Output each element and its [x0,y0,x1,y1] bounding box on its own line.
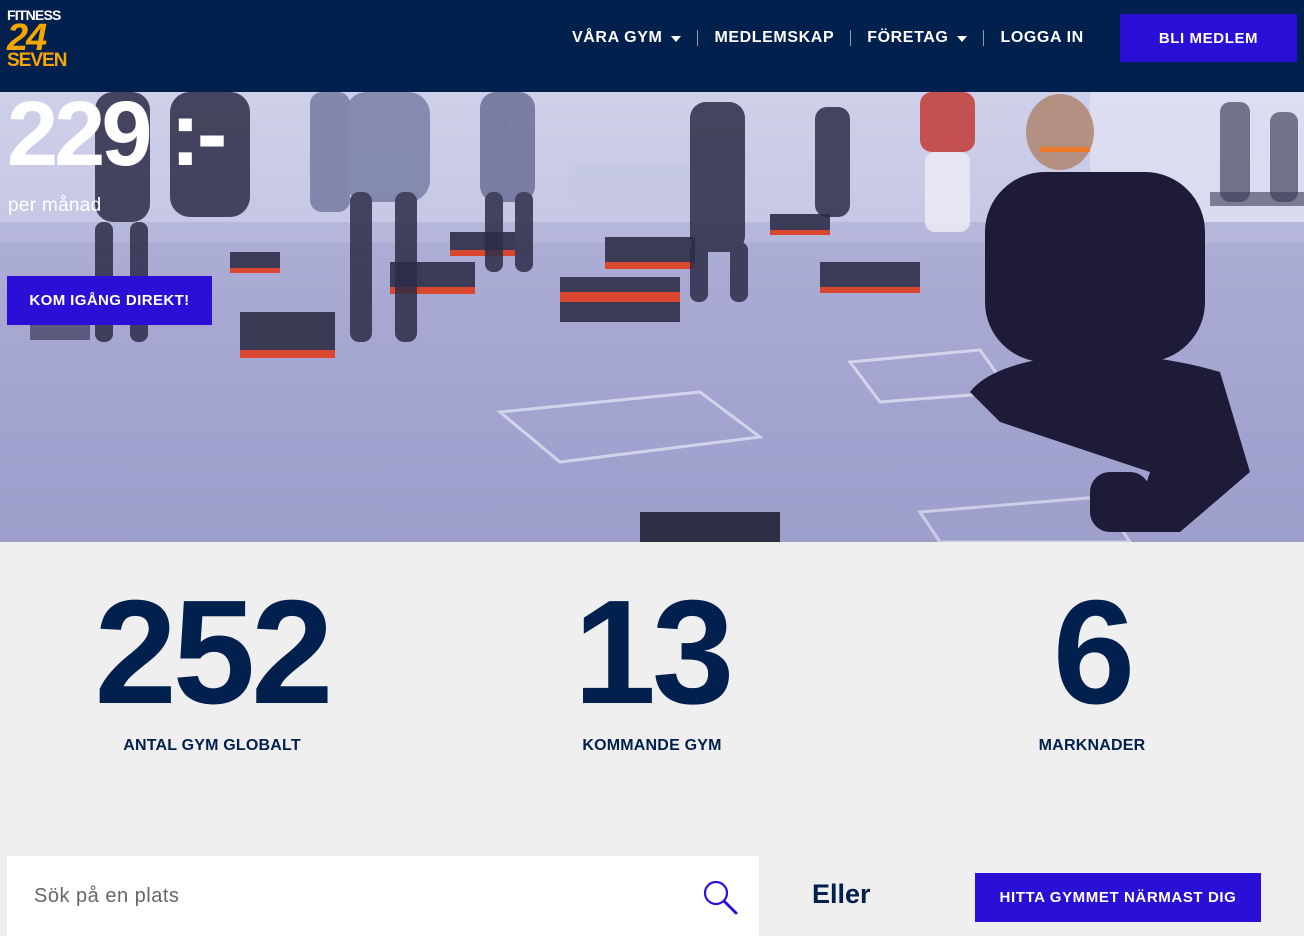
nav-item-label: FÖRETAG [867,29,949,46]
stat-label: KOMMANDE GYM [582,737,722,754]
nav-item-foretag[interactable]: FÖRETAG [867,22,968,54]
nav-divider [850,30,852,46]
nav-item-medlemskap[interactable]: MEDLEMSKAP [714,22,834,54]
or-label: Eller [812,879,871,909]
hero-price-period: per månad [8,195,102,216]
stat-upcoming-gyms: 13 KOMMANDE GYM [442,570,862,755]
stat-markets: 6 MARKNADER [882,570,1302,755]
kom-igang-direkt-button[interactable]: KOM IGÅNG DIREKT! [7,276,212,325]
nav-item-label: LOGGA IN [1000,29,1084,46]
stat-gyms-globally: 252 ANTAL GYM GLOBALT [2,570,422,755]
nav-item-label: VÅRA GYM [572,29,663,46]
stat-value: 252 [94,570,334,735]
hero-price: 229 :- [7,92,227,185]
stat-value: 6 [1052,570,1135,735]
fitness24seven-logo[interactable]: FITNESS 24 SEVEN [7,7,77,71]
nav-item-vara-gym[interactable]: VÅRA GYM [572,22,682,54]
location-search-input[interactable] [34,878,674,914]
main-nav: VÅRA GYM MEDLEMSKAP FÖRETAG LOGGA IN [572,22,1084,54]
stat-label: ANTAL GYM GLOBALT [123,737,301,754]
stat-value: 13 [573,570,735,735]
logo-line-3: SEVEN [7,50,67,71]
chevron-down-icon [671,35,682,42]
nav-item-label: MEDLEMSKAP [714,29,835,46]
stat-label: MARKNADER [1038,737,1146,754]
search-icon[interactable] [701,878,739,916]
bli-medlem-button[interactable]: BLI MEDLEM [1120,14,1297,62]
hero-banner: 229 :- per månad KOM IGÅNG DIREKT! [0,92,1304,542]
nav-item-logga-in[interactable]: LOGGA IN [1000,22,1083,54]
nav-divider [697,30,699,46]
site-header: FITNESS 24 SEVEN VÅRA GYM MEDLEMSKAP FÖR… [0,0,1304,92]
find-nearest-gym-button[interactable]: HITTA GYMMET NÄRMAST DIG [975,873,1261,922]
location-search-box [7,856,759,936]
chevron-down-icon [957,35,968,42]
nav-divider [983,30,985,46]
